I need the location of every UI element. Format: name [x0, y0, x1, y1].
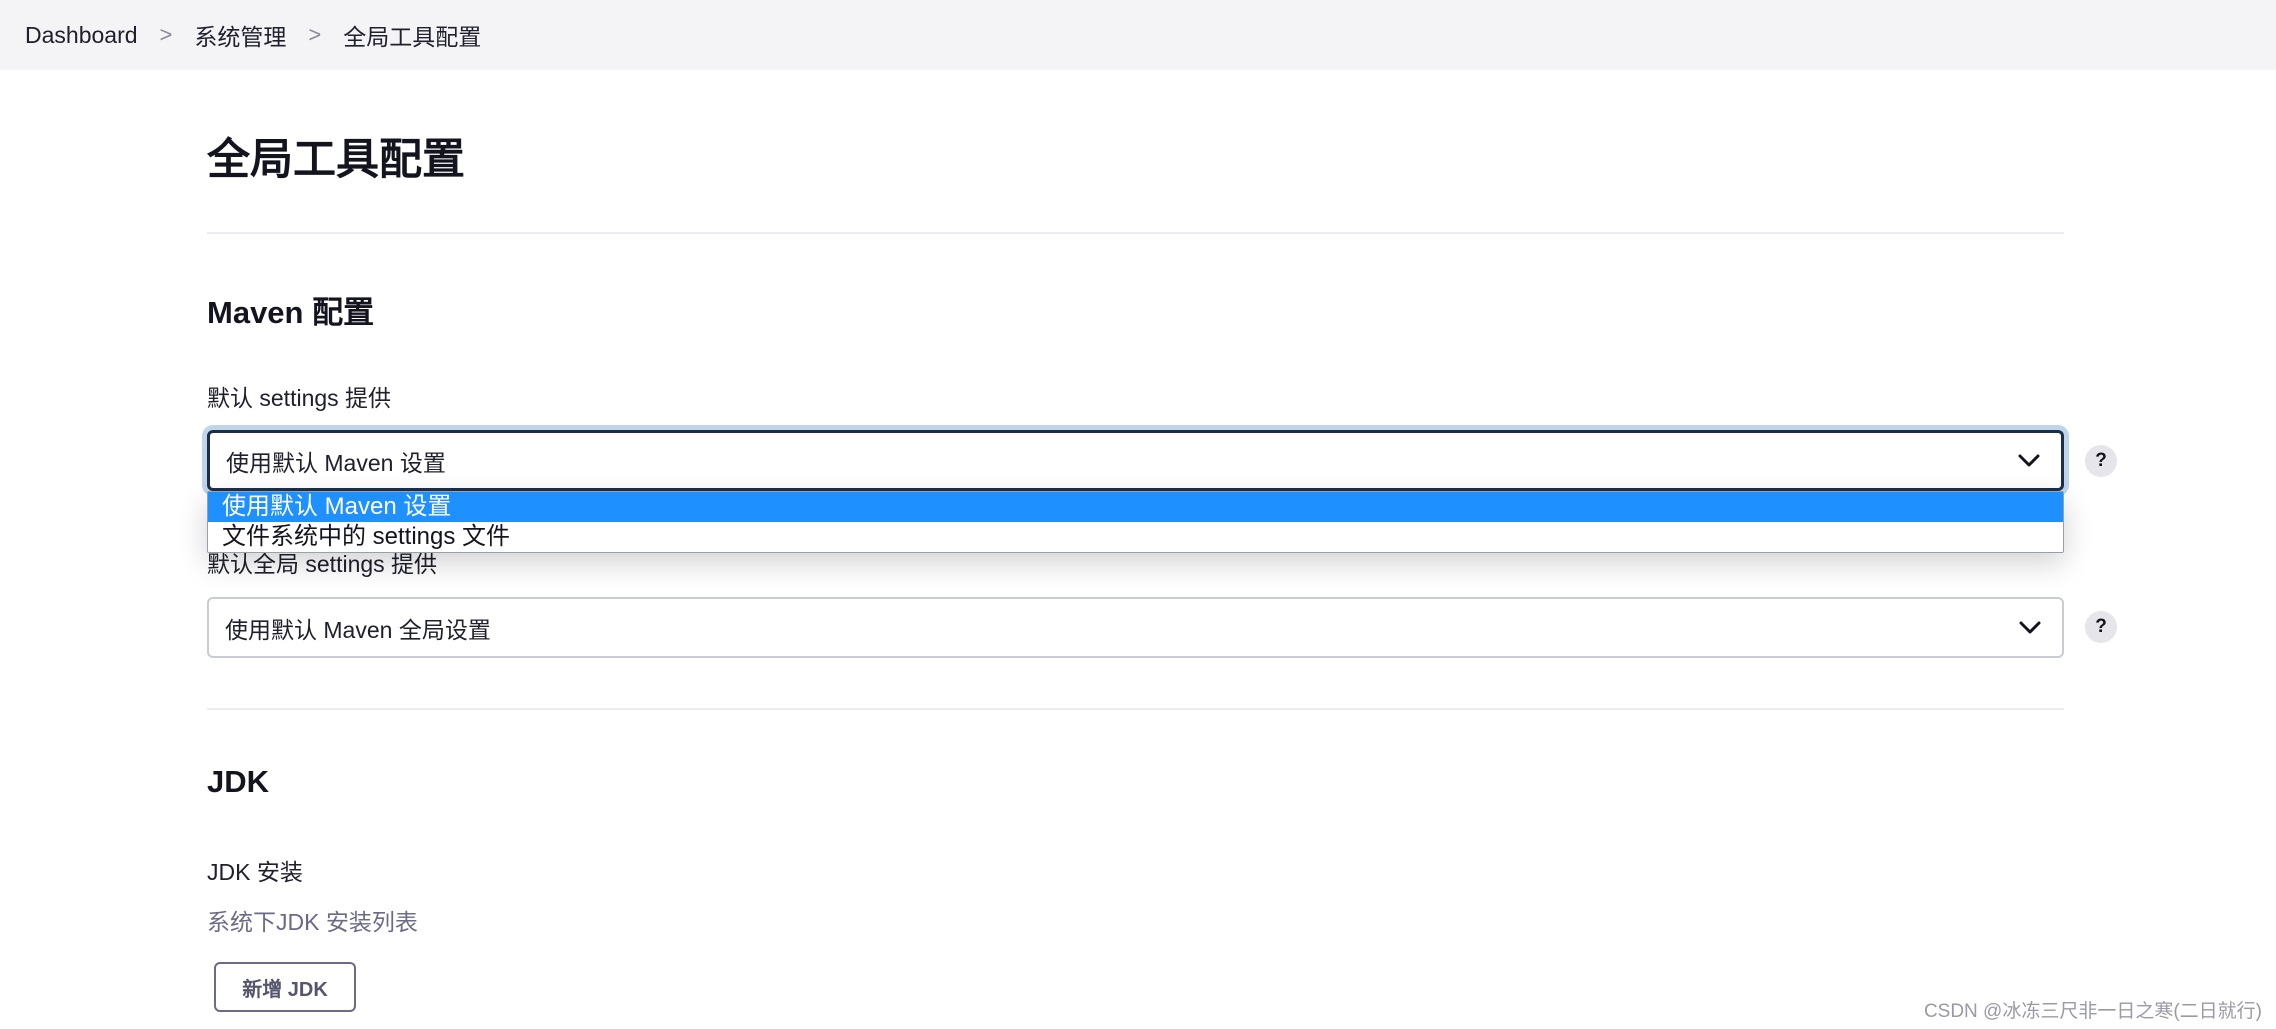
maven-global-settings-select-value: 使用默认 Maven 全局设置: [225, 616, 491, 643]
chevron-down-icon: [2018, 454, 2040, 466]
jdk-install-label: JDK 安装: [207, 859, 303, 885]
maven-section-title: Maven 配置: [207, 295, 375, 330]
maven-global-settings-help-icon[interactable]: ?: [2085, 611, 2117, 643]
divider: [207, 232, 2064, 234]
page-title: 全局工具配置: [207, 136, 465, 184]
maven-settings-dropdown: 使用默认 Maven 设置 文件系统中的 settings 文件: [207, 491, 2064, 553]
chevron-right-icon: >: [159, 22, 173, 47]
add-jdk-button[interactable]: 新增 JDK: [214, 962, 356, 1012]
dropdown-option-file-settings[interactable]: 文件系统中的 settings 文件: [208, 522, 2063, 552]
maven-settings-label: 默认 settings 提供: [207, 385, 392, 411]
breadcrumb-item-system[interactable]: 系统管理: [194, 18, 286, 52]
chevron-down-icon: [2019, 621, 2041, 633]
breadcrumb-item-current[interactable]: 全局工具配置: [343, 18, 481, 52]
dropdown-option-default-maven[interactable]: 使用默认 Maven 设置: [208, 492, 2063, 522]
jdk-install-description: 系统下JDK 安装列表: [207, 909, 418, 935]
breadcrumb: Dashboard > 系统管理 > 全局工具配置: [25, 0, 481, 70]
jdk-section-title: JDK: [207, 764, 270, 799]
maven-settings-select[interactable]: 使用默认 Maven 设置: [207, 430, 2064, 491]
maven-global-settings-select[interactable]: 使用默认 Maven 全局设置: [207, 597, 2064, 658]
divider: [207, 708, 2064, 710]
maven-settings-help-icon[interactable]: ?: [2085, 445, 2117, 477]
chevron-right-icon: >: [308, 22, 322, 47]
breadcrumb-item-dashboard[interactable]: Dashboard: [25, 22, 138, 49]
maven-settings-select-value: 使用默认 Maven 设置: [226, 449, 446, 476]
watermark: CSDN @冰冻三尺非一日之寒(二日就行): [1923, 1001, 2262, 1022]
breadcrumb-bar: Dashboard > 系统管理 > 全局工具配置: [0, 0, 2276, 70]
